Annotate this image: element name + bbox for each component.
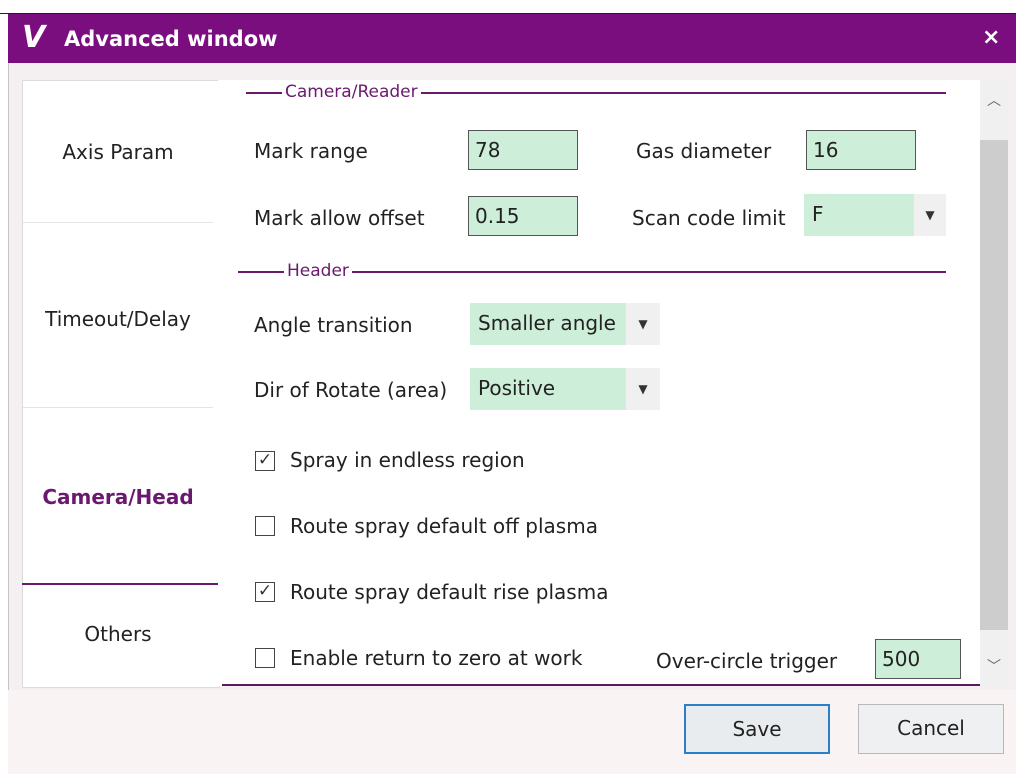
dir-rotate-label: Dir of Rotate (area): [254, 378, 448, 402]
camera-reader-group-label: Camera/Reader: [282, 82, 421, 102]
dir-rotate-select[interactable]: Positive: [470, 368, 626, 410]
header-group-label: Header: [284, 261, 352, 281]
route-off-label: Route spray default off plasma: [290, 514, 598, 538]
mark-range-label: Mark range: [254, 139, 368, 163]
sidebar: Axis Param Timeout/Delay Camera/Head Oth…: [22, 80, 220, 688]
scrollbar-thumb[interactable]: [980, 140, 1008, 630]
gas-diameter-input[interactable]: 16: [806, 130, 916, 170]
app-logo: V: [22, 20, 46, 55]
cancel-button[interactable]: Cancel: [858, 704, 1004, 754]
scan-code-limit-select[interactable]: F: [804, 194, 914, 236]
gas-diameter-label: Gas diameter: [636, 139, 772, 163]
active-tab-indicator: [22, 583, 218, 585]
spray-endless-label: Spray in endless region: [290, 448, 525, 472]
over-circle-label: Over-circle trigger: [656, 649, 838, 673]
route-rise-label: Route spray default rise plasma: [290, 580, 609, 604]
caret-down-icon[interactable]: ▼: [626, 303, 660, 345]
scan-code-limit-label: Scan code limit: [632, 206, 786, 230]
over-circle-input[interactable]: 500: [875, 639, 961, 679]
close-icon[interactable]: ×: [982, 26, 1000, 50]
angle-transition-label: Angle transition: [254, 313, 413, 337]
tab-divider: [23, 222, 213, 223]
window-title: Advanced window: [64, 27, 278, 51]
tab-camera-head[interactable]: Camera/Head: [23, 484, 213, 510]
caret-down-icon[interactable]: ▼: [626, 368, 660, 410]
tab-timeout-delay[interactable]: Timeout/Delay: [23, 306, 213, 332]
return-zero-checkbox[interactable]: [255, 648, 275, 668]
title-bar: V Advanced window ×: [8, 14, 1016, 63]
down-arrow-icon[interactable]: ﹀: [982, 656, 1006, 676]
tab-divider: [23, 407, 213, 408]
tab-axis-param[interactable]: Axis Param: [23, 139, 213, 165]
return-zero-label: Enable return to zero at work: [290, 646, 583, 670]
up-arrow-icon[interactable]: ︿: [982, 90, 1006, 110]
mark-allow-offset-label: Mark allow offset: [254, 206, 425, 230]
tab-others[interactable]: Others: [23, 621, 213, 647]
panel-bottom-line: [222, 684, 980, 686]
spray-endless-checkbox[interactable]: ✓: [255, 451, 275, 471]
route-off-checkbox[interactable]: [255, 516, 275, 536]
caret-down-icon[interactable]: ▼: [914, 194, 946, 236]
route-rise-checkbox[interactable]: ✓: [255, 582, 275, 602]
angle-transition-select[interactable]: Smaller angle: [470, 303, 626, 345]
save-button[interactable]: Save: [684, 704, 830, 754]
mark-allow-offset-input[interactable]: 0.15: [468, 196, 578, 236]
mark-range-input[interactable]: 78: [468, 130, 578, 170]
